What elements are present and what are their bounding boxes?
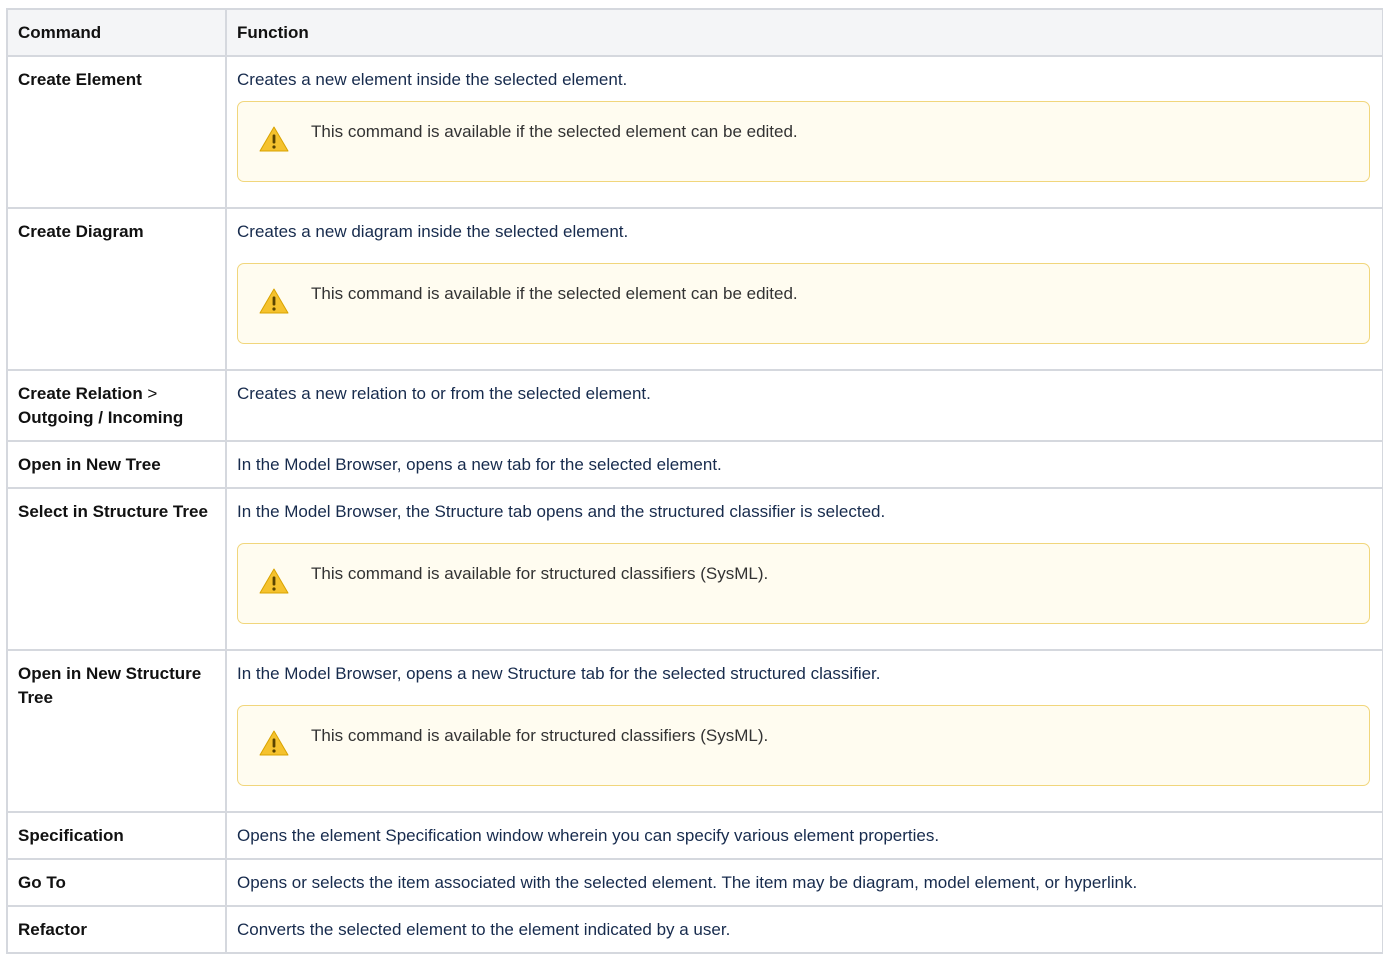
function-text: Converts the selected element to the ele… bbox=[237, 920, 731, 939]
command-name: Create Element bbox=[18, 70, 142, 89]
function-cell: In the Model Browser, opens a new tab fo… bbox=[225, 440, 1383, 489]
command-name: Open in New Tree bbox=[18, 455, 161, 474]
note-text: This command is available if the selecte… bbox=[311, 122, 798, 141]
command-name: Specification bbox=[18, 826, 124, 845]
command-cell: Specification bbox=[6, 811, 227, 860]
command-cell: Refactor bbox=[6, 905, 227, 954]
note-text: This command is available for structured… bbox=[311, 564, 769, 583]
column-header-command: Command bbox=[6, 8, 227, 57]
table-row: Refactor Converts the selected element t… bbox=[6, 905, 1383, 954]
command-cell: Create Diagram bbox=[6, 207, 227, 371]
command-cell: Open in New Tree bbox=[6, 440, 227, 489]
command-cell: Create Relation > Outgoing / Incoming bbox=[6, 369, 227, 442]
column-header-function: Function bbox=[225, 8, 1383, 57]
table-row: Go To Opens or selects the item associat… bbox=[6, 858, 1383, 907]
command-cell: Go To bbox=[6, 858, 227, 907]
function-cell: Converts the selected element to the ele… bbox=[225, 905, 1383, 954]
function-text: Creates a new element inside the selecte… bbox=[237, 70, 628, 89]
warning-icon bbox=[259, 126, 289, 152]
table-row: Open in New Structure Tree In the Model … bbox=[6, 649, 1383, 813]
function-cell: Creates a new diagram inside the selecte… bbox=[225, 207, 1383, 371]
function-cell: In the Model Browser, the Structure tab … bbox=[225, 487, 1383, 651]
command-cell: Select in Structure Tree bbox=[6, 487, 227, 651]
function-text: Opens the element Specification window w… bbox=[237, 826, 940, 845]
function-text: In the Model Browser, opens a new tab fo… bbox=[237, 455, 722, 474]
warning-icon bbox=[259, 730, 289, 756]
function-cell: Opens or selects the item associated wit… bbox=[225, 858, 1383, 907]
note-text: This command is available if the selecte… bbox=[311, 284, 798, 303]
command-name: Open in New Structure Tree bbox=[18, 664, 202, 707]
function-cell: Opens the element Specification window w… bbox=[225, 811, 1383, 860]
warning-note: This command is available for structured… bbox=[237, 543, 1370, 624]
command-cell: Open in New Structure Tree bbox=[6, 649, 227, 813]
function-text: Creates a new relation to or from the se… bbox=[237, 384, 651, 403]
table-row: Create Element Creates a new element ins… bbox=[6, 55, 1383, 209]
function-text: Creates a new diagram inside the selecte… bbox=[237, 222, 629, 241]
warning-icon bbox=[259, 568, 289, 594]
command-name: Go To bbox=[18, 873, 66, 892]
command-separator: > bbox=[142, 384, 158, 403]
warning-note: This command is available if the selecte… bbox=[237, 101, 1370, 182]
warning-icon bbox=[259, 288, 289, 314]
command-cell: Create Element bbox=[6, 55, 227, 209]
command-name: Create Diagram bbox=[18, 222, 144, 241]
function-text: In the Model Browser, opens a new Struct… bbox=[237, 664, 881, 683]
table-row: Select in Structure Tree In the Model Br… bbox=[6, 487, 1383, 651]
table-row: Open in New Tree In the Model Browser, o… bbox=[6, 440, 1383, 489]
table-row: Create Relation > Outgoing / Incoming Cr… bbox=[6, 369, 1383, 442]
function-cell: Creates a new relation to or from the se… bbox=[225, 369, 1383, 442]
warning-note: This command is available if the selecte… bbox=[237, 263, 1370, 344]
table-row: Create Diagram Creates a new diagram ins… bbox=[6, 207, 1383, 371]
note-text: This command is available for structured… bbox=[311, 726, 769, 745]
table-row: Specification Opens the element Specific… bbox=[6, 811, 1383, 860]
command-table: Command Function Create Element Creates … bbox=[6, 8, 1383, 954]
function-text: Opens or selects the item associated wit… bbox=[237, 873, 1138, 892]
table-header-row: Command Function bbox=[6, 8, 1383, 57]
warning-note: This command is available for structured… bbox=[237, 705, 1370, 786]
command-name: Create Relation bbox=[18, 384, 143, 403]
function-cell: In the Model Browser, opens a new Struct… bbox=[225, 649, 1383, 813]
command-name: Select in Structure Tree bbox=[18, 502, 208, 521]
command-name: Refactor bbox=[18, 920, 87, 939]
function-text: In the Model Browser, the Structure tab … bbox=[237, 502, 886, 521]
command-submenu: Outgoing / Incoming bbox=[18, 408, 184, 427]
function-cell: Creates a new element inside the selecte… bbox=[225, 55, 1383, 209]
